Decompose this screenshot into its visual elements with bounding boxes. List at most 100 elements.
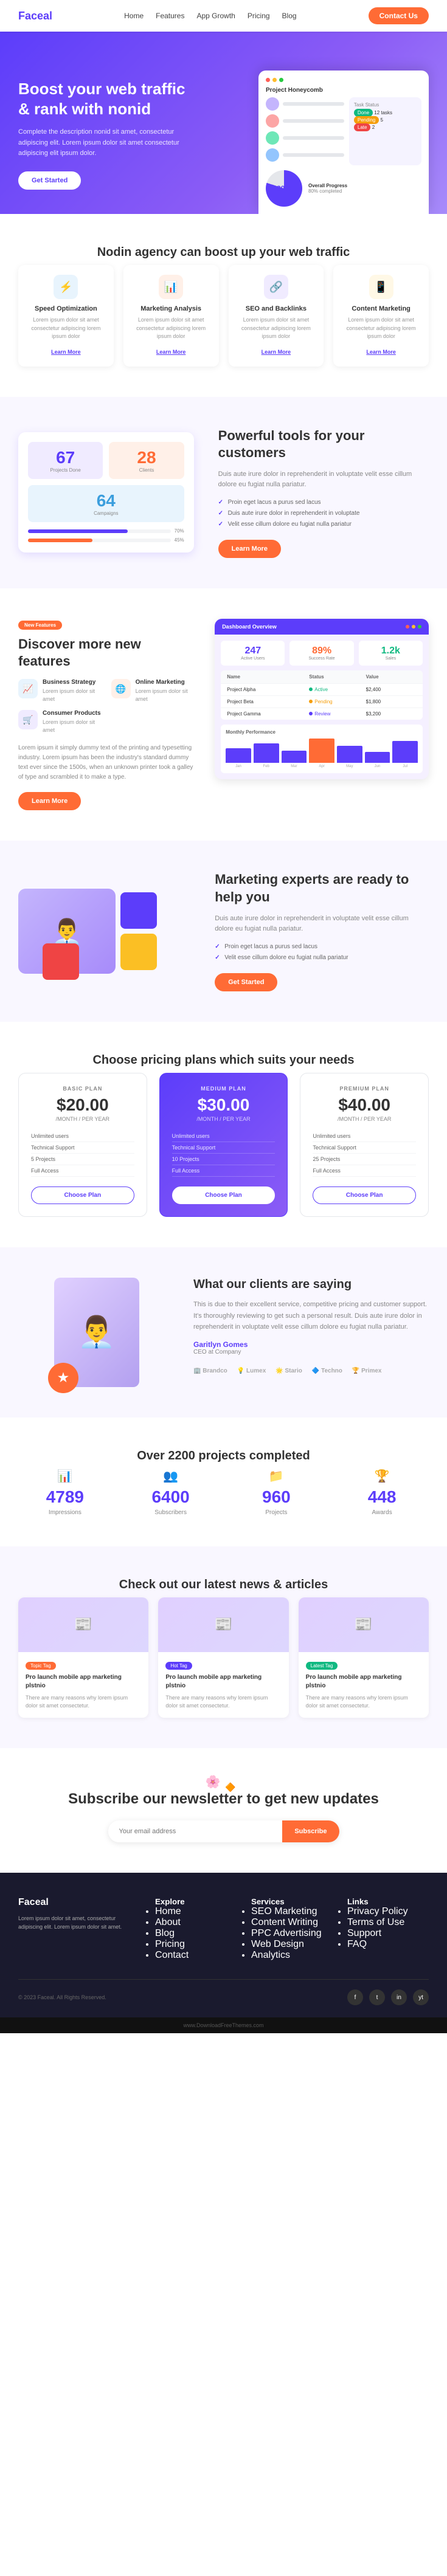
footer-col-title: Explore <box>155 1897 237 1906</box>
tools-checklist: Proin eget lacus a purus sed lacusDuis a… <box>218 499 429 528</box>
discover-feature-title: Business Strategy <box>43 679 104 686</box>
pricing-grid: BASIC PLAN $20.00 /MONTH / PER YEAR Unli… <box>18 1073 429 1217</box>
news-title: Check out our latest news & articles <box>18 1577 429 1593</box>
footer-col-link[interactable]: Content Writing <box>251 1917 333 1928</box>
brand-logo: 🏆 Primex <box>352 1368 382 1374</box>
stat-number: 448 <box>335 1487 429 1507</box>
feature-card: 📱 Content Marketing Lorem ipsum dolor si… <box>333 265 429 367</box>
discover-feature-item: 📈 Business Strategy Lorem ipsum dolor si… <box>18 679 104 703</box>
plan-choose-button[interactable]: Choose Plan <box>172 1186 275 1204</box>
footer-col-link[interactable]: Contact <box>155 1950 237 1961</box>
newsletter-submit-button[interactable]: Subscribe <box>282 1820 339 1842</box>
footer-col-list: HomeAboutBlogPricingContact <box>155 1906 237 1961</box>
footer-col-title: Links <box>347 1897 429 1906</box>
footer-col-list: Privacy PolicyTerms of UseSupportFAQ <box>347 1906 429 1950</box>
news-desc: There are many reasons why lorem ipsum d… <box>165 1694 281 1710</box>
footer-col-link[interactable]: Pricing <box>155 1939 237 1950</box>
stat-label: Impressions <box>18 1509 112 1516</box>
hero-image-block: Project Honeycomb <box>212 71 429 214</box>
discover-cta-button[interactable]: Learn More <box>18 792 81 810</box>
social-icon-button[interactable]: yt <box>413 1989 429 2005</box>
nav-link[interactable]: App Growth <box>196 12 235 20</box>
mockup-progress-ring: 80% <box>266 170 302 207</box>
stat-item: 👥 6400 Subscribers <box>124 1469 218 1516</box>
news-image: 📰 <box>299 1597 429 1652</box>
social-icon-button[interactable]: t <box>369 1989 385 2005</box>
footer-col-link[interactable]: About <box>155 1917 237 1928</box>
stat-item: 🏆 448 Awards <box>335 1469 429 1516</box>
news-card: 📰 Latest Tag Pro launch mobile app marke… <box>299 1597 429 1718</box>
footer-bottom: © 2023 Faceal. All Rights Reserved. ftin… <box>18 1979 429 2005</box>
footer-col-link[interactable]: Support <box>347 1928 429 1939</box>
hero-section: Boost your web traffic & rank with nonid… <box>0 32 447 214</box>
news-tag: Latest Tag <box>306 1662 338 1670</box>
social-icon-button[interactable]: f <box>347 1989 363 2005</box>
nav-link[interactable]: Pricing <box>248 12 270 20</box>
nav-logo[interactable]: Faceal <box>18 10 52 22</box>
testimonial-role: CEO at Company <box>193 1349 429 1355</box>
hero-text-block: Boost your web traffic & rank with nonid… <box>18 79 199 214</box>
plan-features: Unlimited usersTechnical Support25 Proje… <box>313 1131 416 1177</box>
newsletter-email-input[interactable] <box>108 1820 283 1842</box>
feature-link[interactable]: Learn More <box>51 349 81 355</box>
newsletter-headline: Subscribe our newsletter to get new upda… <box>49 1789 398 1808</box>
feature-desc: Lorem ipsum dolor sit amet consectetur a… <box>28 316 104 341</box>
stat-number: 4789 <box>18 1487 112 1507</box>
stats-section: Over 2200 projects completed 📊 4789 Impr… <box>0 1417 447 1546</box>
stat-item: 📁 960 Projects <box>230 1469 324 1516</box>
plan-features: Unlimited usersTechnical Support10 Proje… <box>172 1131 275 1177</box>
hero-mockup: Project Honeycomb <box>258 71 429 214</box>
pricing-title: Choose pricing plans which suits your ne… <box>18 1052 429 1068</box>
discover-badge: New Features <box>18 621 62 630</box>
plan-choose-button[interactable]: Choose Plan <box>31 1186 134 1204</box>
stat-label: Projects <box>230 1509 324 1516</box>
watermark: www.DownloadFreeThemes.com <box>0 2017 447 2033</box>
tools-description: Duis aute irure dolor in reprehenderit i… <box>218 469 429 491</box>
footer-col-link[interactable]: Privacy Policy <box>347 1906 429 1917</box>
news-card: 📰 Topic Tag Pro launch mobile app market… <box>18 1597 148 1718</box>
discover-feature-icon: 🌐 <box>111 679 131 698</box>
agency-title: Nodin agency can boost up your web traff… <box>18 244 429 260</box>
testimonial-section: 👨‍💼 ★ What our clients are saying This i… <box>0 1247 447 1417</box>
footer-col-link[interactable]: Terms of Use <box>347 1917 429 1928</box>
footer-col-link[interactable]: Web Design <box>251 1939 333 1950</box>
mockup-title: Project Honeycomb <box>266 87 421 94</box>
plan-choose-button[interactable]: Choose Plan <box>313 1186 416 1204</box>
footer: Faceal Lorem ipsum dolor sit amet, conse… <box>0 1873 447 2017</box>
news-desc: There are many reasons why lorem ipsum d… <box>306 1694 421 1710</box>
social-icon-button[interactable]: in <box>391 1989 407 2005</box>
footer-copyright: © 2023 Faceal. All Rights Reserved. <box>18 1994 106 2000</box>
marketing-cta-button[interactable]: Get Started <box>215 973 277 991</box>
tools-section: 67 Projects Done 28 Clients 64 Campaigns… <box>0 397 447 588</box>
feature-link[interactable]: Learn More <box>366 349 396 355</box>
footer-col-link[interactable]: Blog <box>155 1928 237 1939</box>
feature-title: SEO and Backlinks <box>238 305 314 312</box>
nav-cta-button[interactable]: Contact Us <box>369 7 429 24</box>
social-icons: ftinyt <box>347 1989 429 2005</box>
nav-link[interactable]: Features <box>156 12 184 20</box>
footer-col-link[interactable]: FAQ <box>347 1939 429 1950</box>
nav-link[interactable]: Home <box>124 12 144 20</box>
stats-grid: 📊 4789 Impressions 👥 6400 Subscribers 📁 … <box>18 1469 429 1516</box>
brand-logo: 🔷 Techno <box>312 1368 342 1374</box>
nav-link[interactable]: Blog <box>282 12 297 20</box>
stat-label: Awards <box>335 1509 429 1516</box>
plan-price: $40.00 <box>313 1095 416 1115</box>
pricing-card: MEDIUM PLAN $30.00 /MONTH / PER YEAR Unl… <box>159 1073 288 1217</box>
pricing-card: BASIC PLAN $20.00 /MONTH / PER YEAR Unli… <box>18 1073 147 1217</box>
plan-label: BASIC PLAN <box>31 1086 134 1092</box>
news-tag: Hot Tag <box>165 1662 192 1670</box>
feature-link[interactable]: Learn More <box>262 349 291 355</box>
footer-col-link[interactable]: Home <box>155 1906 237 1917</box>
news-grid: 📰 Topic Tag Pro launch mobile app market… <box>18 1597 429 1718</box>
footer-col-link[interactable]: PPC Advertising <box>251 1928 333 1939</box>
pricing-feature: Technical Support <box>172 1142 275 1154</box>
news-image: 📰 <box>18 1597 148 1652</box>
tools-cta-button[interactable]: Learn More <box>218 540 281 558</box>
footer-col-list: SEO MarketingContent WritingPPC Advertis… <box>251 1906 333 1961</box>
footer-col-link[interactable]: SEO Marketing <box>251 1906 333 1917</box>
hero-cta-button[interactable]: Get Started <box>18 171 81 190</box>
feature-link[interactable]: Learn More <box>156 349 186 355</box>
footer-col-link[interactable]: Analytics <box>251 1950 333 1961</box>
pricing-feature: 10 Projects <box>172 1154 275 1165</box>
